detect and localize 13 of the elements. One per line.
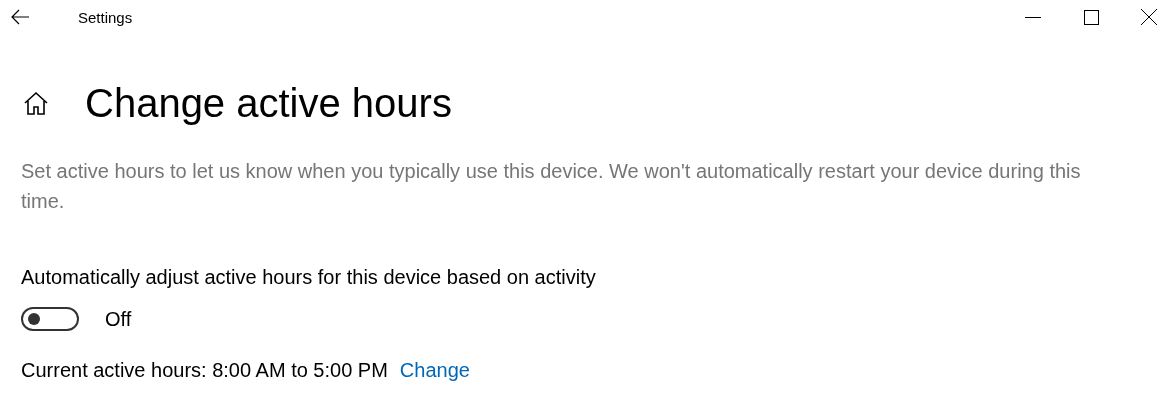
home-icon[interactable] (23, 90, 49, 116)
setting-label: Automatically adjust active hours for this device based on activity (21, 266, 597, 289)
active-hours-text: Current active hours: 8:00 AM to 5:00 PM (21, 359, 388, 382)
toggle-switch[interactable] (21, 307, 79, 331)
window-title: Settings (78, 8, 134, 26)
maximize-icon[interactable] (1083, 9, 1099, 25)
description-text: Set active hours to let us know when you typically use this device. We won't automatically restart your device during this time. (21, 159, 1082, 214)
back-icon[interactable] (10, 7, 30, 27)
change-link[interactable]: Change (399, 359, 470, 382)
page-heading: Change active hours (85, 80, 452, 126)
close-icon[interactable] (1141, 9, 1157, 25)
toggle-state-text: Off (105, 307, 132, 331)
minimize-icon[interactable] (1025, 16, 1041, 18)
